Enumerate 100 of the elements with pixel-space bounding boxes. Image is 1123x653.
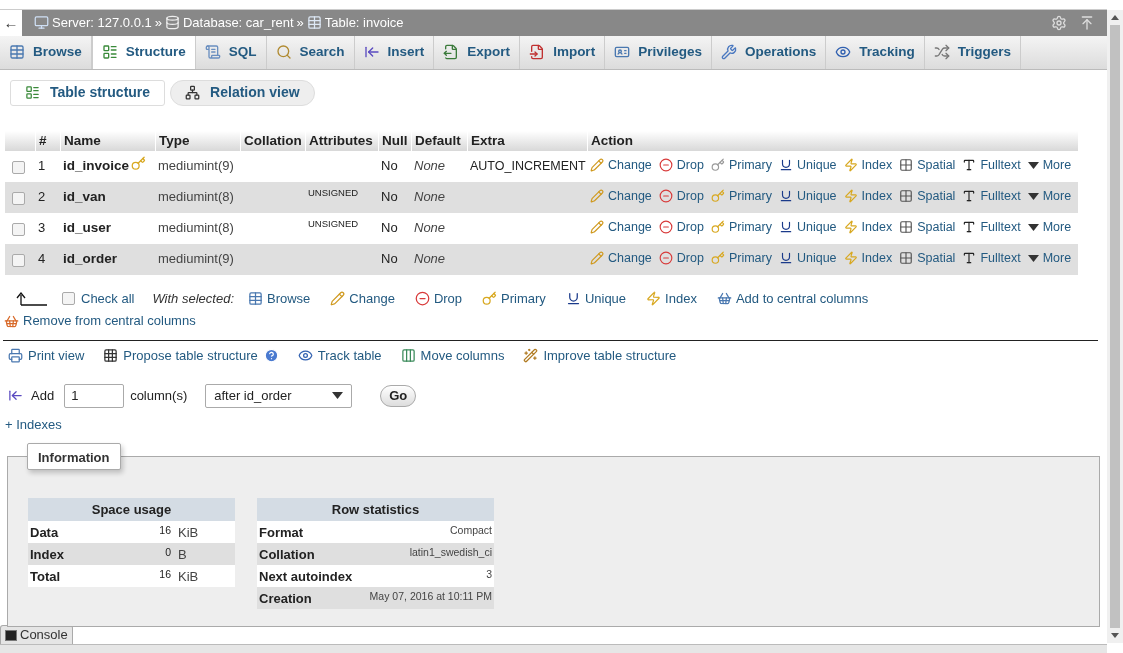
lightning-icon	[646, 291, 662, 307]
breadcrumb-link[interactable]: Table: invoice	[324, 13, 404, 33]
tool-link[interactable]: Propose table structure	[103, 346, 258, 366]
bulk-action-link[interactable]: Change	[330, 288, 395, 309]
breadcrumb-link[interactable]: Database: car_rent	[182, 13, 294, 33]
list-icon	[101, 44, 118, 61]
tab[interactable]: Export	[434, 35, 521, 69]
action-link[interactable]: More	[1027, 155, 1072, 175]
scroll-up-icon[interactable]	[1111, 15, 1119, 20]
table-cell-text: UNSIGNED	[307, 186, 360, 199]
stat-value: Compact	[450, 523, 492, 539]
tool-link[interactable]: Improve table structure	[523, 346, 677, 366]
bulk-action-link[interactable]: Unique	[565, 288, 627, 309]
action-link[interactable]: Primary	[710, 217, 772, 237]
breadcrumb-link[interactable]: Server: 127.0.0.1	[52, 13, 152, 33]
action-link[interactable]: Drop	[658, 155, 704, 175]
bulk-action-link[interactable]: Primary	[482, 288, 546, 309]
tab[interactable]: Import	[520, 35, 606, 69]
action-link[interactable]: Drop	[658, 248, 704, 268]
action-link[interactable]: Change	[590, 155, 652, 175]
bulk-action-link[interactable]: Add to central columns	[716, 288, 869, 309]
action-link[interactable]: Index	[843, 248, 893, 268]
tab[interactable]: Tracking	[826, 35, 925, 69]
action-link[interactable]: More	[1027, 248, 1072, 268]
subtab[interactable]: Table structure	[10, 79, 166, 106]
action-link[interactable]: Index	[843, 186, 893, 206]
tool-link[interactable]: Track table	[297, 346, 382, 366]
checkbox[interactable]	[12, 160, 25, 174]
tab[interactable]: Operations	[711, 35, 827, 69]
tool-link[interactable]: Print view	[8, 346, 85, 366]
action-link[interactable]: More	[1027, 217, 1072, 237]
size-value: 16	[158, 523, 171, 539]
tab[interactable]: Structure	[91, 35, 196, 69]
table-cell-text: mediumint(8)	[157, 187, 235, 206]
action-link[interactable]: Unique	[778, 217, 837, 237]
stat-value: latin1_swedish_ci	[409, 545, 492, 561]
action-link[interactable]: Unique	[778, 186, 837, 206]
bulk-action-link[interactable]: Index	[646, 288, 697, 309]
position-select[interactable]: after id_order	[205, 383, 353, 408]
checkbox[interactable]	[62, 292, 75, 306]
action-link[interactable]: Drop	[658, 186, 704, 206]
tab[interactable]: Search	[266, 35, 355, 69]
minus-circle-icon	[658, 189, 673, 204]
column-name: id_van	[63, 187, 106, 206]
grid-icon	[103, 348, 119, 364]
action-link[interactable]: Spatial	[899, 186, 956, 206]
bulk-action-link[interactable]: Drop	[414, 288, 463, 309]
tool-link[interactable]: Move columns	[400, 346, 505, 366]
action-link[interactable]: Fulltext	[962, 217, 1021, 237]
key-icon	[482, 291, 498, 307]
check-all-label[interactable]: Check all	[81, 288, 135, 309]
action-link[interactable]: Unique	[778, 248, 837, 268]
tab[interactable]: SQL	[195, 35, 267, 69]
indexes-toggle[interactable]: + Indexes	[0, 414, 67, 435]
action-link[interactable]: Change	[590, 186, 652, 206]
table-cell-text: No	[380, 156, 399, 175]
help-icon[interactable]	[263, 348, 279, 364]
action-link[interactable]: Fulltext	[962, 155, 1021, 175]
action-link[interactable]: Index	[843, 155, 893, 175]
action-link[interactable]: Fulltext	[962, 248, 1021, 268]
action-link[interactable]: Primary	[710, 186, 772, 206]
bulk-action-link[interactable]: Remove from central columns	[4, 311, 970, 331]
action-link[interactable]: Drop	[658, 217, 704, 237]
table-icon	[248, 291, 263, 307]
action-link[interactable]: Primary	[710, 248, 772, 268]
action-link[interactable]: Change	[590, 248, 652, 268]
bulk-action-link[interactable]: Browse	[248, 288, 311, 309]
back-button[interactable]: ←	[0, 10, 22, 36]
file-arrow-icon	[443, 44, 460, 61]
subtab[interactable]: Relation view	[170, 79, 315, 106]
console-tab[interactable]: Console	[0, 625, 73, 645]
go-button[interactable]: Go	[380, 384, 417, 407]
scroll-down-icon[interactable]	[1111, 633, 1119, 638]
tab[interactable]: Triggers	[924, 35, 1021, 69]
scrollbar-thumb[interactable]	[1110, 25, 1120, 628]
action-link[interactable]: Index	[843, 217, 893, 237]
checkbox[interactable]	[12, 222, 25, 236]
checkbox[interactable]	[12, 191, 25, 205]
wand-icon	[523, 348, 539, 364]
key-icon	[710, 220, 725, 235]
pencil-icon	[590, 158, 604, 173]
collapse-icon[interactable]	[1079, 14, 1095, 31]
action-link[interactable]: Spatial	[899, 155, 956, 175]
action-link[interactable]: Fulltext	[962, 186, 1021, 206]
action-link[interactable]: Spatial	[899, 217, 956, 237]
column-name: id_user	[63, 218, 112, 237]
action-link[interactable]: More	[1027, 186, 1072, 206]
tab[interactable]: Browse	[0, 35, 92, 69]
tab[interactable]: Privileges	[605, 35, 712, 69]
scrollbar[interactable]	[1107, 10, 1123, 643]
tab[interactable]: Insert	[354, 35, 435, 69]
action-link[interactable]: Unique	[778, 155, 837, 175]
checkbox[interactable]	[12, 253, 25, 267]
action-link[interactable]: Change	[590, 217, 652, 237]
settings-icon[interactable]	[1051, 14, 1067, 31]
action-link[interactable]: Primary	[710, 155, 772, 175]
row-label: Creation	[259, 589, 312, 608]
column-count-field[interactable]: 1	[64, 383, 125, 408]
action-link[interactable]: Spatial	[899, 248, 956, 268]
search-icon	[275, 44, 292, 61]
